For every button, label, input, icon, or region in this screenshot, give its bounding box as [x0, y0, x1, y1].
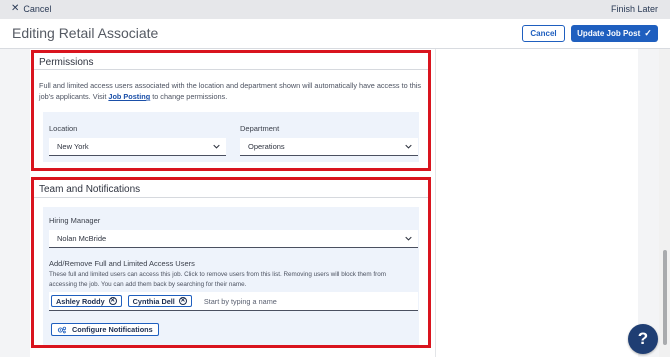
user-token-label: Cynthia Dell — [132, 296, 175, 306]
access-users-input[interactable]: Ashley Roddy ✕ Cynthia Dell ✕ Start by t… — [49, 292, 418, 311]
cancel-link[interactable]: ✕ Cancel — [11, 3, 52, 15]
configure-notifications-button[interactable]: Configure Notifications — [51, 323, 159, 336]
user-token-label: Ashley Roddy — [56, 296, 105, 306]
permissions-description-text: Full and limited access users associated… — [39, 81, 422, 101]
top-bar: ✕ Cancel Finish Later — [0, 0, 670, 19]
section-divider — [34, 69, 428, 70]
department-select[interactable]: Operations — [240, 138, 418, 156]
permissions-description-suffix: to change permissions. — [150, 92, 228, 101]
chevron-down-icon — [213, 144, 220, 149]
permissions-title: Permissions — [39, 57, 94, 68]
permissions-section: Permissions Full and limited access user… — [31, 50, 431, 171]
page-header: Editing Retail Associate Cancel Update J… — [0, 19, 670, 49]
location-select[interactable]: New York — [49, 138, 226, 156]
remove-circle-icon[interactable]: ✕ — [178, 297, 187, 305]
cancel-button[interactable]: Cancel — [522, 25, 565, 42]
location-value: New York — [57, 142, 89, 151]
team-panel: Hiring Manager Nolan McBride Add/Remove … — [43, 207, 419, 345]
chevron-down-icon — [405, 144, 412, 149]
hiring-manager-value: Nolan McBride — [57, 234, 107, 243]
page-title: Editing Retail Associate — [12, 25, 159, 41]
user-token[interactable]: Ashley Roddy ✕ — [51, 295, 122, 307]
location-label: Location — [49, 124, 78, 133]
permissions-panel: Location New York Department Operations — [43, 112, 419, 162]
chevron-down-icon — [405, 236, 412, 241]
hiring-manager-label: Hiring Manager — [49, 216, 101, 225]
access-users-label: Add/Remove Full and Limited Access Users — [49, 259, 195, 268]
job-posting-link[interactable]: Job Posting — [108, 92, 150, 101]
help-button[interactable]: ? — [628, 324, 658, 354]
team-notifications-section: Team and Notifications Hiring Manager No… — [31, 177, 431, 348]
scrollbar-thumb[interactable] — [663, 250, 667, 345]
update-job-post-label: Update Job Post — [577, 29, 641, 38]
settings-icon — [57, 326, 67, 333]
team-notifications-title: Team and Notifications — [39, 184, 141, 195]
section-divider — [34, 197, 428, 198]
access-users-placeholder[interactable]: Start by typing a name — [204, 297, 277, 306]
permissions-description: Full and limited access users associated… — [39, 80, 424, 102]
department-label: Department — [240, 124, 280, 133]
check-icon: ✓ — [644, 28, 652, 38]
right-panel — [435, 49, 638, 357]
department-value: Operations — [248, 142, 285, 151]
remove-circle-icon[interactable]: ✕ — [108, 297, 117, 305]
finish-later-link[interactable]: Finish Later — [611, 4, 658, 14]
configure-notifications-label: Configure Notifications — [72, 325, 153, 334]
hiring-manager-select[interactable]: Nolan McBride — [49, 230, 418, 248]
update-job-post-button[interactable]: Update Job Post ✓ — [571, 25, 658, 42]
access-users-help: These full and limited users can access … — [49, 271, 387, 288]
user-token[interactable]: Cynthia Dell ✕ — [127, 295, 192, 307]
close-icon: ✕ — [11, 3, 20, 14]
cancel-link-label: Cancel — [23, 4, 52, 14]
